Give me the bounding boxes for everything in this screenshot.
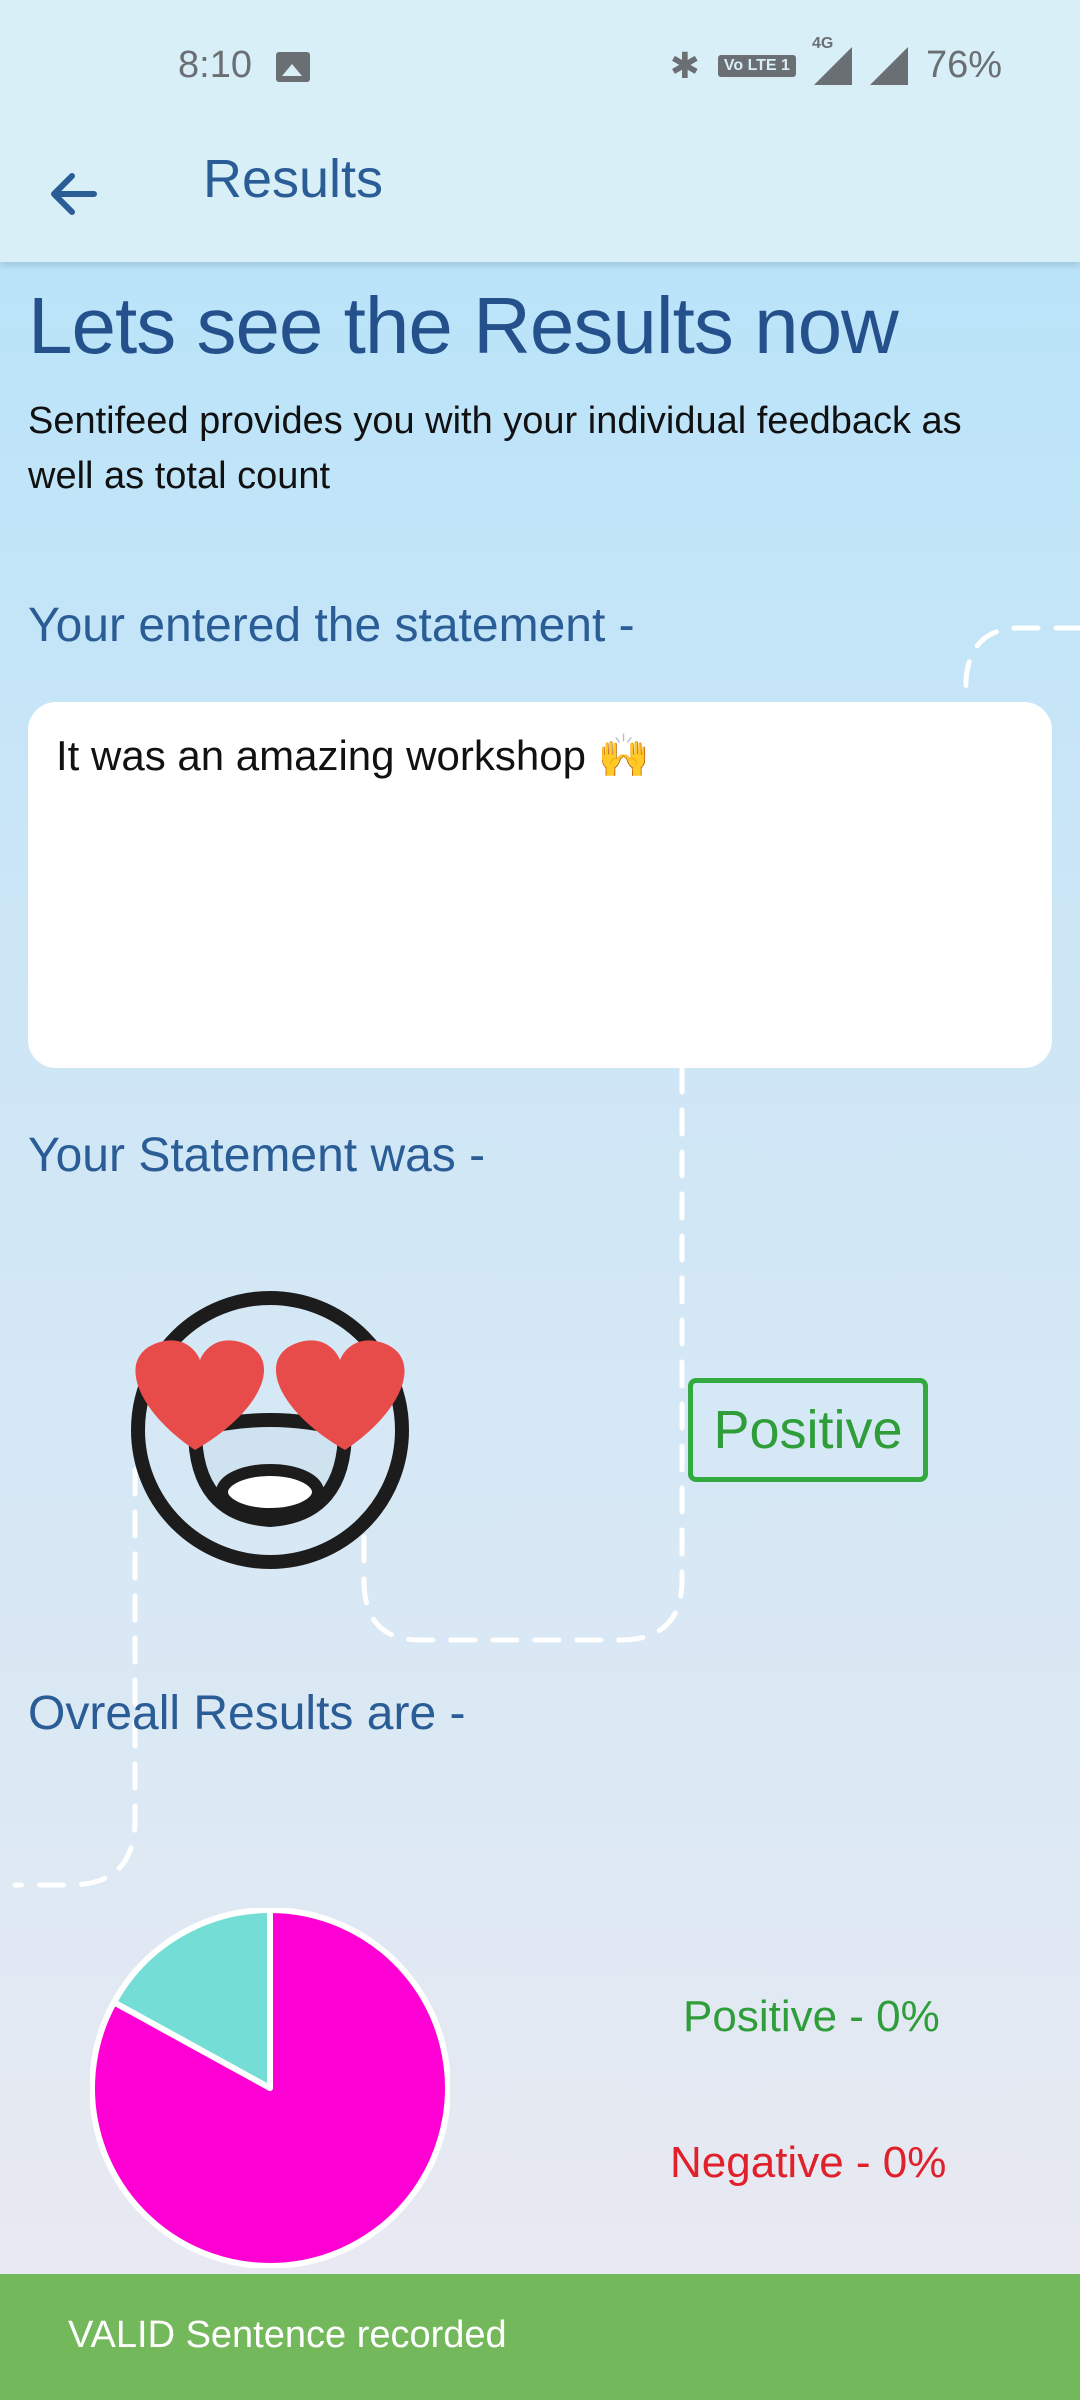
signal-strength-icon <box>869 46 908 85</box>
network-type-label: 4G <box>811 34 834 52</box>
battery-level: 76% <box>925 44 1002 86</box>
status-icons: ✱ Vo LTE 1 4G 76% <box>669 35 1002 87</box>
entered-statement-label: Your entered the statement - <box>28 599 635 652</box>
back-arrow-icon[interactable] <box>42 162 106 226</box>
status-bar: 8:10 ✱ Vo LTE 1 4G 76% <box>0 0 1080 140</box>
page-title: Results <box>203 149 384 209</box>
description: Sentifeed provides you with your individ… <box>28 400 962 497</box>
app-bar <box>0 140 1080 262</box>
heart-eyes-emoji-icon <box>131 1291 409 1569</box>
statement-text: It was an amazing workshop 🙌 <box>56 732 650 779</box>
overall-results-label: Ovreall Results are - <box>28 1687 466 1740</box>
status-time: 8:10 <box>178 44 252 86</box>
sentiment-badge: Positive <box>688 1378 928 1482</box>
positive-percentage: Positive - 0% <box>683 1992 940 2041</box>
headline: Lets see the Results now <box>28 281 899 370</box>
bluetooth-icon: ✱ <box>669 44 700 86</box>
snackbar: VALID Sentence recorded <box>0 2274 1080 2400</box>
snackbar-message: VALID Sentence recorded <box>68 2314 507 2356</box>
results-pie-chart <box>90 1908 450 2268</box>
volte-icon: Vo LTE 1 <box>717 54 796 77</box>
statement-box: It was an amazing workshop 🙌 <box>28 702 1052 1068</box>
mobile-signal-icon: 4G <box>812 35 852 85</box>
statement-sentiment-label: Your Statement was - <box>28 1129 486 1182</box>
image-notification-icon <box>276 52 310 82</box>
negative-percentage: Negative - 0% <box>670 2138 947 2187</box>
